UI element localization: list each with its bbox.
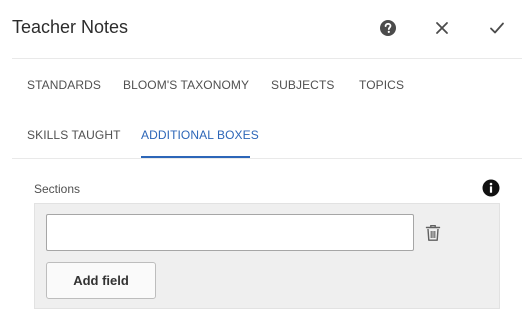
sections-label: Sections <box>34 182 81 196</box>
dialog-header: Teacher Notes <box>0 0 531 58</box>
tab-subjects[interactable]: SUBJECTS <box>271 78 334 92</box>
section-field-input[interactable] <box>46 214 414 251</box>
check-icon <box>490 22 504 34</box>
tab-blooms-taxonomy[interactable]: BLOOM'S TAXONOMY <box>123 78 249 92</box>
help-button[interactable] <box>376 16 400 40</box>
info-button[interactable] <box>482 179 500 197</box>
tab-topics[interactable]: TOPICS <box>359 78 404 92</box>
tab-additional-boxes[interactable]: ADDITIONAL BOXES <box>141 128 259 142</box>
tab-bar: STANDARDS BLOOM'S TAXONOMY SUBJECTS TOPI… <box>12 58 522 159</box>
dialog-title: Teacher Notes <box>12 17 129 37</box>
info-icon <box>482 179 500 197</box>
add-field-button[interactable]: Add field <box>46 262 156 299</box>
tab-skills-taught[interactable]: SKILLS TAUGHT <box>27 128 121 142</box>
delete-field-button[interactable] <box>423 223 443 243</box>
done-button[interactable] <box>485 16 509 40</box>
active-tab-indicator <box>141 156 250 158</box>
tab-standards[interactable]: STANDARDS <box>27 78 101 92</box>
trash-icon <box>425 224 441 241</box>
close-icon <box>436 22 448 34</box>
close-button[interactable] <box>430 16 454 40</box>
help-icon <box>380 20 396 36</box>
sections-multifield: Add field <box>34 203 500 309</box>
